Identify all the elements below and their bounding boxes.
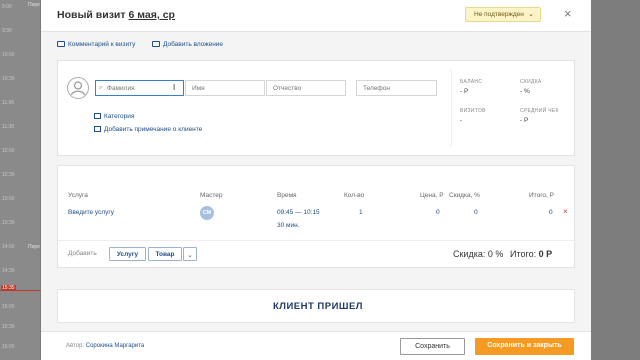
attachment-action[interactable]: Добавить вложение [152,41,223,48]
name-field[interactable] [185,80,265,96]
author: Автор: Сорокина Маргарита [66,343,144,349]
time-label: 10:30 [2,76,15,82]
comment-action-label: Комментарий к визиту [68,41,136,48]
client-note-link[interactable]: Добавить примечание о клиенте [94,126,202,133]
visit-date-link[interactable]: 6 мая, ср [129,9,175,21]
save-button[interactable]: Сохранить [400,338,465,355]
calendar-right-column [590,0,640,360]
current-time-label: 15:35 [1,285,16,291]
attachment-action-label: Добавить вложение [163,41,224,48]
services-card: Услуга Мастер Время Кол-во Цена, Р Скидк… [57,165,578,268]
chevron-down-icon[interactable]: ⌄ [183,247,197,261]
author-name[interactable]: Сорокина Маргарита [86,343,144,349]
balance-label: БАЛАНС [460,79,483,85]
chevron-down-icon: ⌄ [528,11,534,18]
col-service-header: Услуга [68,192,88,199]
col-discount-header: Скидка, % [449,192,480,199]
save-and-close-button[interactable]: Сохранить и закрыть [475,338,574,355]
patronymic-field[interactable] [266,80,346,96]
client-avatar-icon[interactable] [67,77,89,99]
avg-check-label: СРЕДНИЙ ЧЕК [520,108,559,114]
client-arrived-card: КЛИЕНТ ПРИШЕЛ [57,289,575,323]
time-label: 12:00 [2,148,15,154]
time-range[interactable]: 09:45 — 10:15 [277,209,320,216]
duration[interactable]: 30 мин. [277,222,300,229]
calendar-event[interactable]: Пере [28,244,40,250]
time-label: 12:30 [2,172,15,178]
summary-total-value: 0 [538,249,544,259]
total-value: 0 [549,209,553,216]
col-qty-header: Кол-во [344,192,365,199]
summary-total: Итого: 0 Р [510,249,552,259]
balance-value: - Р [460,88,469,95]
avg-check-value: - Р [520,117,529,124]
phone-input[interactable] [363,85,436,92]
note-icon [94,126,101,132]
close-icon[interactable]: × [564,6,572,21]
time-label: 10:00 [2,52,15,58]
surname-input[interactable] [102,85,183,92]
currency-symbol: Р [546,249,553,259]
calendar-event[interactable]: Пере [28,2,40,8]
time-label: 14:00 [2,244,15,250]
status-label: Не подтвержден [474,11,524,18]
col-master-header: Мастер [200,192,223,199]
summary-total-label: Итого: [510,249,537,259]
col-total-header: Итого, Р [529,192,554,199]
comment-action[interactable]: Комментарий к визиту [57,41,135,48]
col-price-header: Цена, Р [420,192,444,199]
surname-field[interactable]: ⌕ [95,80,184,96]
visits-value: - [460,117,463,124]
summary-discount-value: 0 % [487,249,504,259]
search-icon: ⌕ [99,85,103,91]
discount-label: СКИДКА [520,79,542,85]
text-cursor-icon: I [173,83,176,92]
time-label: 13:30 [2,220,15,226]
modal-footer: Автор: Сорокина Маргарита Сохранить Сохр… [41,331,591,360]
qty-value[interactable]: 1 [359,209,363,216]
modal-title: Новый визит 6 мая, ср [57,9,175,21]
phone-field[interactable] [356,80,437,96]
time-label: 16:00 [2,344,15,350]
status-dropdown[interactable]: Не подтвержден ⌄ [465,7,541,22]
divider [451,69,452,147]
delete-row-icon[interactable]: × [563,207,568,216]
tag-icon [94,113,101,119]
comment-icon [57,41,65,47]
camera-icon [152,41,160,47]
patronymic-input[interactable] [273,85,345,92]
summary-discount-label: Скидка: [453,249,486,259]
time-label: 14:30 [2,268,15,274]
add-row: Добавить Услугу Товар ⌄ Скидка: 0 % Итог… [58,240,578,266]
add-product-button[interactable]: Товар [148,247,182,261]
visits-label: ВИЗИТОВ [460,108,486,114]
add-label: Добавить [68,250,97,257]
modal-header: Новый визит 6 мая, ср Не подтвержден ⌄ × [41,0,591,32]
client-card: ⌕ I Категория Добавить примечание о клие… [57,60,575,156]
new-visit-modal: Новый визит 6 мая, ср Не подтвержден ⌄ × … [41,0,591,360]
time-label: 13:00 [2,196,15,202]
time-label: 11:00 [2,100,15,106]
category-link-label: Категория [104,113,135,120]
client-note-link-label: Добавить примечание о клиенте [104,126,203,133]
calendar-time-column: 9:00 9:30 10:00 10:30 11:00 11:30 12:00 … [0,0,40,360]
service-input[interactable]: Введите услугу [68,209,114,216]
price-value[interactable]: 0 [436,209,440,216]
time-label: 15:30 [2,324,15,330]
modal-title-text: Новый визит [57,9,126,21]
time-label: 9:00 [2,4,12,10]
summary-discount: Скидка: 0 % [453,249,503,259]
master-avatar[interactable]: СМ [200,206,214,220]
client-arrived-button[interactable]: КЛИЕНТ ПРИШЕЛ [58,290,578,322]
time-label: 11:30 [2,124,15,130]
name-input[interactable] [192,85,264,92]
author-label: Автор: [66,343,85,349]
category-link[interactable]: Категория [94,113,134,120]
time-label: 15:00 [2,304,15,310]
time-label: 9:30 [2,28,12,34]
discount-value: - % [520,88,530,95]
add-service-button[interactable]: Услугу [109,247,146,261]
discount-value[interactable]: 0 [474,209,478,216]
col-time-header: Время [277,192,297,199]
